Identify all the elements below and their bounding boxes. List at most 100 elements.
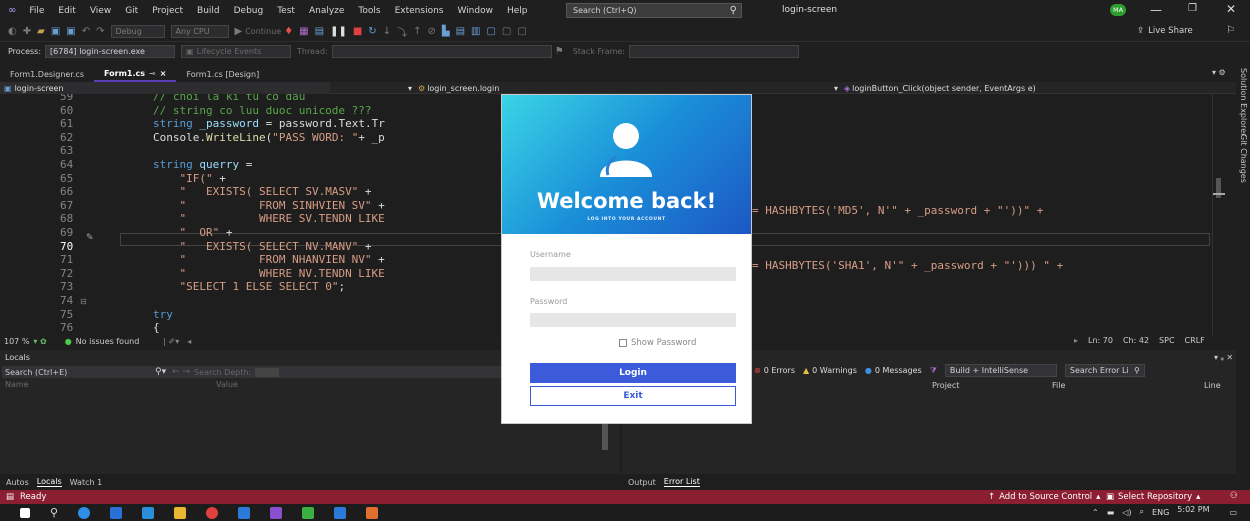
clock[interactable]: 5:02 PM xyxy=(1177,505,1209,514)
tab-close-icon[interactable]: × xyxy=(160,69,167,78)
config-dropdown[interactable]: Debug xyxy=(110,24,165,38)
nav-arrows-icon[interactable]: ← → xyxy=(172,367,190,377)
window2-icon[interactable]: ▢ xyxy=(502,26,511,37)
stack-frame-dropdown[interactable] xyxy=(629,45,799,58)
errors-filter[interactable]: ⊗ 0 Errors xyxy=(754,366,795,375)
vs-logo-icon[interactable]: ∞ xyxy=(8,5,16,16)
class-dropdown[interactable]: ▾ ⚙ login_screen.login xyxy=(404,82,804,94)
taskbar-search-icon[interactable]: ⚲ xyxy=(50,506,58,519)
diagnostics-icon[interactable]: ▤ xyxy=(315,26,324,37)
close-icon[interactable]: ✕ xyxy=(1226,2,1236,16)
brush-icon[interactable]: | ✐▾ xyxy=(163,337,179,346)
menu-item-window[interactable]: Window xyxy=(450,6,500,16)
undo-icon[interactable]: ↶ xyxy=(82,26,90,37)
error-search-input[interactable]: Search Error Li ⚲ xyxy=(1064,364,1145,377)
debug-tab-autos[interactable]: Autos xyxy=(6,478,29,487)
breakpoint-icon[interactable]: ⊘ xyxy=(427,26,435,37)
menu-item-view[interactable]: View xyxy=(83,6,118,16)
debug-tab-locals[interactable]: Locals xyxy=(36,477,62,487)
feedback-icon[interactable]: ⚐ xyxy=(1226,25,1235,36)
editor-scroll-thumb[interactable] xyxy=(1216,178,1221,198)
process-dropdown[interactable]: [6784] login-screen.exe xyxy=(45,45,176,58)
stop-icon[interactable]: ■ xyxy=(353,26,362,37)
save-icon[interactable]: ▣ xyxy=(51,26,60,37)
error-col-line[interactable]: Line xyxy=(1204,381,1221,390)
window3-icon[interactable]: ▢ xyxy=(517,26,526,37)
notifications-icon[interactable]: ⚇ xyxy=(1230,491,1238,501)
step-over-icon[interactable]: ⤵ xyxy=(397,24,407,39)
checkbox-box[interactable] xyxy=(619,339,627,347)
scope-dropdown[interactable]: Build + IntelliSense xyxy=(944,364,1057,377)
volume-icon[interactable]: ◁) xyxy=(1122,508,1131,517)
menu-item-help[interactable]: Help xyxy=(500,6,535,16)
window-icon[interactable]: ▢ xyxy=(486,26,495,37)
output-tab-output[interactable]: Output xyxy=(628,478,656,487)
new-item-icon[interactable]: ✚ xyxy=(23,26,31,37)
issues-label[interactable]: No issues found xyxy=(76,337,140,346)
hot-reload-icon[interactable]: ▦ xyxy=(299,26,308,37)
continue-label[interactable]: Continue xyxy=(245,27,281,36)
menu-item-extensions[interactable]: Extensions xyxy=(388,6,451,16)
word-icon[interactable] xyxy=(334,506,347,519)
messages-filter[interactable]: ● 0 Messages xyxy=(865,366,922,375)
add-source-control[interactable]: ↑ Add to Source Control ▴ xyxy=(988,492,1100,502)
open-icon[interactable]: ▰ xyxy=(37,26,45,37)
search-box[interactable]: Search (Ctrl+Q) ⚲ xyxy=(566,3,742,18)
locals-search-icon[interactable]: ⚲▾ xyxy=(155,367,166,377)
collapse-icon[interactable]: ⊟ xyxy=(80,297,87,306)
pin-icon[interactable]: ⊸ xyxy=(149,69,156,78)
login-button[interactable]: Login xyxy=(530,363,736,383)
line-ending[interactable]: CRLF xyxy=(1185,336,1205,345)
whitespace-mode[interactable]: SPC xyxy=(1159,336,1175,345)
member-dropdown[interactable]: ▾ ◈ loginButton_Click(object sender, Eve… xyxy=(830,82,1220,94)
show-password-checkbox[interactable]: Show Password xyxy=(619,338,696,348)
zoom-level[interactable]: 107 % xyxy=(4,337,29,346)
bookmark-icon[interactable]: ▙ xyxy=(442,26,450,37)
debug-tab-watch-1[interactable]: Watch 1 xyxy=(70,478,103,487)
redo-icon[interactable]: ↷ xyxy=(96,26,104,37)
uncomment-icon[interactable]: ▥ xyxy=(471,26,480,37)
explorer-icon[interactable] xyxy=(174,506,187,519)
password-input[interactable] xyxy=(530,313,736,327)
save-all-icon[interactable]: ▣ xyxy=(66,26,75,37)
visual-studio-icon[interactable] xyxy=(270,506,283,519)
scroll-right-icon[interactable]: ▸ xyxy=(1074,336,1078,345)
store-icon[interactable] xyxy=(110,506,123,519)
menu-item-file[interactable]: File xyxy=(22,6,51,16)
locals-col-name[interactable]: Name xyxy=(5,380,29,389)
menu-item-git[interactable]: Git xyxy=(118,6,145,16)
fire-icon[interactable]: ♦ xyxy=(284,26,293,37)
edge-icon[interactable] xyxy=(78,506,91,519)
tab-overflow-icon[interactable]: ▾ ⚙ xyxy=(1212,68,1226,77)
warnings-filter[interactable]: ▲ 0 Warnings xyxy=(803,366,857,375)
app-icon[interactable] xyxy=(302,506,315,519)
minimize-icon[interactable]: — xyxy=(1150,3,1162,17)
vscode-icon[interactable] xyxy=(238,506,251,519)
menu-item-test[interactable]: Test xyxy=(270,6,302,16)
scroll-left-icon[interactable]: ◂ xyxy=(187,337,191,346)
windows-start-icon[interactable] xyxy=(20,507,30,518)
comment-icon[interactable]: ▤ xyxy=(456,26,465,37)
project-dropdown[interactable]: ▣ login-screen xyxy=(0,82,330,94)
menu-item-analyze[interactable]: Analyze xyxy=(302,6,351,16)
exit-button[interactable]: Exit xyxy=(530,386,736,406)
continue-icon[interactable]: ▶ xyxy=(235,26,243,37)
locals-col-value[interactable]: Value xyxy=(216,380,238,389)
menu-item-project[interactable]: Project xyxy=(145,6,190,16)
mail-icon[interactable] xyxy=(142,506,155,519)
menu-item-debug[interactable]: Debug xyxy=(227,6,271,16)
git-changes-tab[interactable]: Git Changes xyxy=(1239,134,1248,183)
select-repository[interactable]: ▣ Select Repository ▴ xyxy=(1106,492,1200,502)
tray-chevron-icon[interactable]: ⌃ xyxy=(1092,508,1099,517)
panel-options-icon[interactable]: ▾ ᵩ ✕ xyxy=(1214,353,1233,362)
menu-item-edit[interactable]: Edit xyxy=(51,6,82,16)
live-share-button[interactable]: ⇪ Live Share xyxy=(1137,26,1193,36)
network-icon[interactable]: ▬ xyxy=(1107,508,1115,517)
locals-search-input[interactable]: Search (Ctrl+E) xyxy=(5,368,155,377)
avatar[interactable]: MA xyxy=(1110,4,1126,16)
chrome-icon[interactable] xyxy=(206,506,219,519)
step-into-icon[interactable]: ↓ xyxy=(383,26,391,37)
language[interactable]: ENG xyxy=(1152,508,1169,517)
username-input[interactable] xyxy=(530,267,736,281)
tab-form1-designer-cs[interactable]: Form1.Designer.cs xyxy=(0,66,94,82)
